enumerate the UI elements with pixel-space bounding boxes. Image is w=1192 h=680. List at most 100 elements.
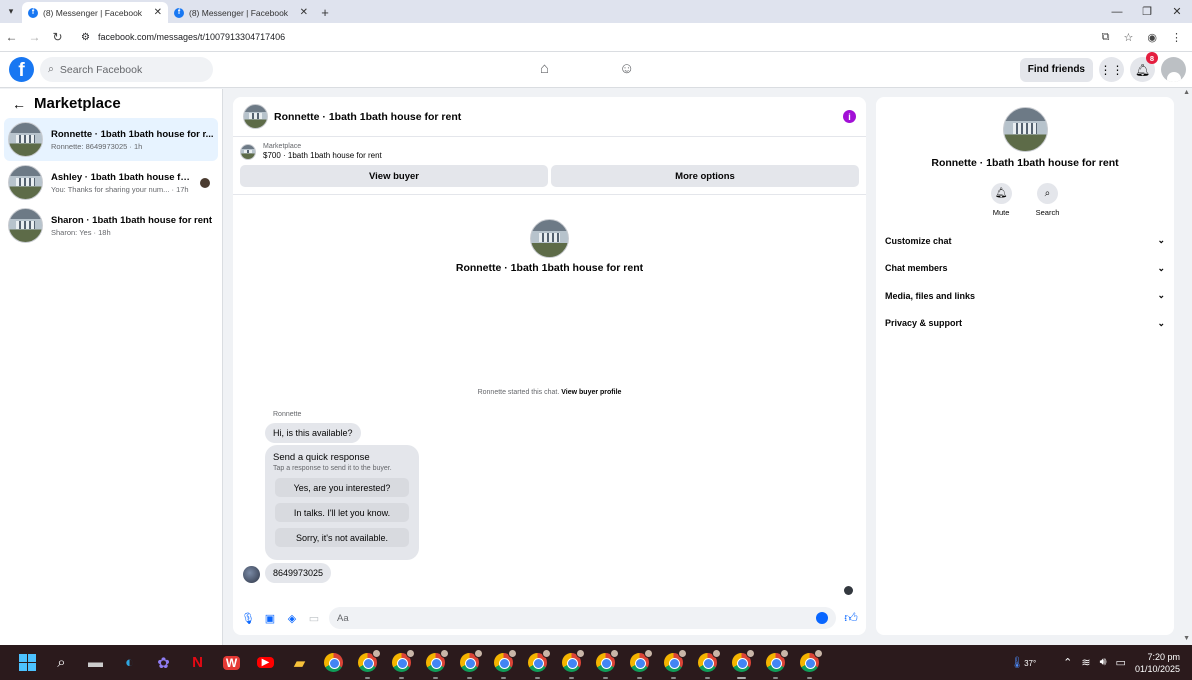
section-media-files-links[interactable]: Media, files and links ⌄ bbox=[885, 282, 1165, 310]
forward-icon[interactable]: → bbox=[23, 30, 46, 44]
chrome-profile-icon[interactable] bbox=[423, 649, 449, 679]
chrome-icon[interactable] bbox=[321, 650, 346, 675]
search-action[interactable]: ⌕ Search bbox=[1036, 183, 1059, 217]
file-explorer-icon[interactable]: ▰ bbox=[287, 650, 312, 675]
url-field[interactable]: ⚙ facebook.com/messages/t/10079133047174… bbox=[73, 26, 1083, 48]
find-friends-button[interactable]: Find friends bbox=[1019, 57, 1093, 82]
back-arrow-icon[interactable]: ← bbox=[12, 96, 26, 112]
view-buyer-profile-link[interactable]: View buyer profile bbox=[561, 389, 621, 396]
wifi-icon[interactable]: ≋ bbox=[1081, 656, 1090, 669]
profile-icon[interactable]: ◉ bbox=[1147, 31, 1157, 44]
reload-icon[interactable]: ↻ bbox=[46, 30, 69, 44]
quick-reply-button[interactable]: Yes, are you interested? bbox=[275, 478, 409, 497]
quick-reply-button[interactable]: In talks. I'll let you know. bbox=[275, 503, 409, 522]
chat-title[interactable]: Ronnette · 1bath 1bath house for rent bbox=[274, 111, 837, 123]
minimize-icon[interactable]: — bbox=[1102, 6, 1132, 18]
back-icon[interactable]: ← bbox=[0, 30, 23, 44]
chrome-profile-icon[interactable] bbox=[525, 649, 551, 679]
youtube-icon[interactable]: ▶ bbox=[253, 650, 278, 675]
battery-icon[interactable]: ▭ bbox=[1116, 656, 1126, 669]
more-options-button[interactable]: More options bbox=[551, 165, 859, 187]
chrome-profile-icon[interactable] bbox=[491, 649, 517, 679]
install-app-icon[interactable]: ⧉ bbox=[1102, 31, 1110, 44]
conversation-info-icon[interactable]: i bbox=[843, 110, 856, 123]
edge-icon[interactable]: ◐ bbox=[117, 650, 142, 675]
browser-menu-icon[interactable]: ⋮ bbox=[1171, 31, 1182, 44]
chat-intro: Ronnette · 1bath 1bath house for rent bbox=[233, 219, 866, 274]
section-chat-members[interactable]: Chat members ⌄ bbox=[885, 255, 1165, 283]
chrome-profile-icon[interactable] bbox=[457, 649, 483, 679]
chat-panel: Ronnette · 1bath 1bath house for rent i … bbox=[233, 97, 866, 635]
weather-thermometer-icon[interactable]: 🌡︎37° bbox=[1010, 656, 1036, 669]
thumbs-up-icon[interactable]: 👍︎ bbox=[844, 610, 858, 626]
mute-action[interactable]: 🔔︎ Mute bbox=[990, 183, 1012, 217]
conversation-item-ronnette[interactable]: Ronnette · 1bath 1bath house for r... Ro… bbox=[4, 118, 218, 161]
scroll-down-icon[interactable]: ▼ bbox=[1183, 635, 1190, 642]
quick-reply-button[interactable]: Sorry, it's not available. bbox=[275, 528, 409, 547]
close-tab-icon[interactable]: ✕ bbox=[300, 7, 308, 18]
bookmark-star-icon[interactable]: ☆ bbox=[1124, 31, 1134, 44]
chrome-profile-icon[interactable] bbox=[559, 649, 585, 679]
emoji-icon[interactable] bbox=[816, 612, 828, 624]
chrome-profile-icon-active[interactable] bbox=[729, 649, 755, 679]
facebook-logo-icon[interactable]: f bbox=[9, 57, 34, 82]
window-controls: — ❐ ✕ bbox=[1102, 0, 1192, 23]
chrome-profile-icon[interactable] bbox=[695, 649, 721, 679]
chrome-profile-icon[interactable] bbox=[797, 649, 823, 679]
notifications-bell-icon[interactable]: 🔔︎ 8 bbox=[1130, 52, 1158, 82]
sticker-icon[interactable]: ◈ bbox=[285, 612, 299, 625]
chrome-profile-icon[interactable] bbox=[593, 649, 619, 679]
chrome-profile-icon[interactable] bbox=[627, 649, 653, 679]
copilot-icon[interactable]: ✿ bbox=[151, 650, 176, 675]
close-window-icon[interactable]: ✕ bbox=[1162, 5, 1192, 18]
browser-tab-2[interactable]: f (8) Messenger | Facebook ✕ bbox=[168, 2, 314, 23]
chat-avatar[interactable] bbox=[243, 104, 268, 129]
search-icon: ⌕ bbox=[48, 63, 54, 75]
marketplace-listing[interactable]: Marketplace $700 · 1bath 1bath house for… bbox=[233, 137, 866, 162]
tab-search-button[interactable]: ▾ bbox=[0, 0, 22, 23]
start-windows-icon[interactable] bbox=[15, 650, 40, 675]
site-info-icon[interactable]: ⚙ bbox=[81, 32, 90, 43]
show-hidden-icons-chevron-icon[interactable]: ⌃ bbox=[1063, 656, 1072, 669]
conversation-name: Ronnette · 1bath 1bath house for r... bbox=[51, 128, 214, 140]
facebook-favicon-icon: f bbox=[174, 7, 184, 18]
gif-icon[interactable]: ▭ bbox=[307, 612, 321, 625]
groups-icon[interactable]: ☺ bbox=[619, 60, 634, 77]
chrome-profile-icon[interactable] bbox=[389, 649, 415, 679]
search-input[interactable] bbox=[59, 63, 200, 76]
search-icon[interactable]: ⌕ bbox=[1036, 183, 1058, 204]
volume-icon[interactable]: 🔊︎ bbox=[1100, 656, 1107, 669]
search-icon[interactable]: ⌕ bbox=[49, 650, 74, 675]
conversation-item-sharon[interactable]: Sharon · 1bath 1bath house for rent Shar… bbox=[4, 204, 218, 247]
conversation-preview: You: Thanks for sharing your num... · 17… bbox=[51, 184, 189, 194]
chrome-profile-icon[interactable] bbox=[763, 649, 789, 679]
browser-tab-bar: ▾ f (8) Messenger | Facebook ✕ f (8) Mes… bbox=[0, 0, 1192, 23]
netflix-icon[interactable]: N bbox=[185, 650, 210, 675]
conversation-item-ashley[interactable]: Ashley · 1bath 1bath house for r... You:… bbox=[4, 161, 218, 204]
info-sections: Customize chat ⌄ Chat members ⌄ Media, f… bbox=[876, 227, 1174, 337]
wps-office-icon[interactable]: W bbox=[219, 650, 244, 675]
center-nav: ⌂ ☺ bbox=[540, 60, 634, 77]
close-tab-icon[interactable]: ✕ bbox=[154, 7, 162, 18]
message-field[interactable] bbox=[329, 607, 836, 629]
facebook-search[interactable]: ⌕ bbox=[40, 57, 213, 82]
bell-icon[interactable]: 🔔︎ bbox=[990, 183, 1012, 204]
message-input[interactable] bbox=[337, 612, 816, 624]
clock[interactable]: 7:20 pm 01/10/2025 bbox=[1135, 651, 1180, 675]
chrome-profile-icon[interactable] bbox=[355, 649, 381, 679]
new-tab-button[interactable]: + bbox=[314, 2, 336, 23]
section-privacy-support[interactable]: Privacy & support ⌄ bbox=[885, 310, 1165, 338]
photo-icon[interactable]: ▣ bbox=[263, 612, 277, 625]
view-buyer-button[interactable]: View buyer bbox=[240, 165, 548, 187]
section-customize-chat[interactable]: Customize chat ⌄ bbox=[885, 227, 1165, 255]
chrome-profile-icon[interactable] bbox=[661, 649, 687, 679]
browser-tab-1[interactable]: f (8) Messenger | Facebook ✕ bbox=[22, 2, 168, 23]
home-icon[interactable]: ⌂ bbox=[540, 60, 549, 77]
microphone-icon[interactable]: 🎙︎ bbox=[241, 612, 255, 625]
menu-grid-icon[interactable]: ⋮⋮ bbox=[1099, 57, 1124, 82]
scroll-up-icon[interactable]: ▲ bbox=[1183, 89, 1190, 96]
intro-avatar bbox=[530, 219, 569, 258]
maximize-icon[interactable]: ❐ bbox=[1132, 5, 1162, 18]
account-avatar[interactable] bbox=[1161, 57, 1186, 82]
task-view-icon[interactable]: ▬ bbox=[83, 650, 108, 675]
